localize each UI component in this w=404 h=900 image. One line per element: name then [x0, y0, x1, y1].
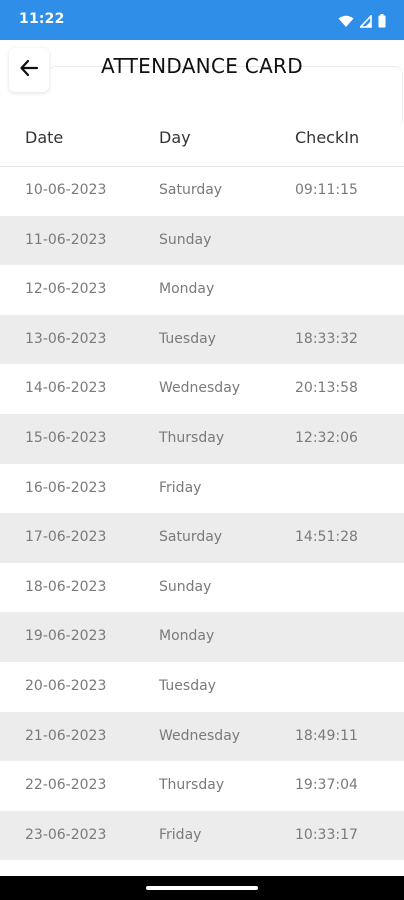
battery-icon [378, 13, 386, 32]
table-row: 20-06-2023 Tuesday [0, 662, 404, 712]
table-row: 12-06-2023 Monday [0, 265, 404, 315]
row-checkin: 12:32:06 [295, 429, 358, 446]
row-date: 23-06-2023 [25, 826, 107, 843]
table-row: 19-06-2023 Monday [0, 612, 404, 662]
row-checkin: 18:49:11 [295, 727, 358, 744]
row-date: 12-06-2023 [25, 281, 107, 298]
row-day: Friday [159, 826, 202, 843]
attendance-list: 10-06-2023 Saturday 09:11:15 11-06-2023 … [0, 166, 404, 861]
status-icons [338, 13, 386, 32]
table-row: 22-06-2023 Thursday 19:37:04 [0, 761, 404, 811]
row-date: 18-06-2023 [25, 578, 107, 595]
signal-icon [358, 13, 372, 32]
row-date: 19-06-2023 [25, 628, 107, 645]
table-row: 23-06-2023 Friday 10:33:17 [0, 810, 404, 861]
table-header: Date Day CheckIn [0, 112, 404, 167]
row-date: 14-06-2023 [25, 380, 107, 397]
status-time: 11:22 [19, 11, 65, 27]
table-row: 18-06-2023 Sunday [0, 563, 404, 613]
row-day: Sunday [159, 578, 212, 595]
page-title: ATTENDANCE CARD [101, 54, 303, 78]
row-day: Saturday [159, 529, 223, 546]
row-date: 11-06-2023 [25, 231, 107, 248]
row-day: Tuesday [159, 677, 216, 694]
table-row: 21-06-2023 Wednesday 18:49:11 [0, 711, 404, 762]
table-row: 10-06-2023 Saturday 09:11:15 [0, 166, 404, 216]
row-checkin: 19:37:04 [295, 777, 358, 794]
column-header-date: Date [25, 128, 64, 147]
row-day: Sunday [159, 231, 212, 248]
row-checkin: 09:11:15 [295, 182, 358, 198]
row-checkin: 14:51:28 [295, 529, 358, 546]
table-row: 14-06-2023 Wednesday 20:13:58 [0, 364, 404, 414]
row-date: 15-06-2023 [25, 429, 107, 446]
table-row: 13-06-2023 Tuesday 18:33:32 [0, 314, 404, 365]
table-row: 17-06-2023 Saturday 14:51:28 [0, 513, 404, 563]
status-bar: 11:22 [0, 0, 404, 40]
app-header: ATTENDANCE CARD [0, 40, 404, 127]
row-day: Wednesday [159, 727, 241, 744]
row-date: 13-06-2023 [25, 330, 107, 347]
table-row: 16-06-2023 Friday [0, 464, 404, 514]
table-row: 15-06-2023 Thursday 12:32:06 [0, 413, 404, 464]
row-day: Thursday [159, 777, 225, 794]
row-date: 20-06-2023 [25, 677, 107, 694]
home-indicator[interactable] [146, 886, 258, 890]
row-day: Friday [159, 479, 202, 496]
row-day: Wednesday [159, 380, 241, 397]
row-day: Monday [159, 281, 215, 298]
row-checkin: 18:33:32 [295, 330, 358, 347]
row-day: Saturday [159, 182, 223, 198]
wifi-icon [338, 13, 354, 32]
row-day: Monday [159, 628, 215, 645]
navigation-bar [0, 876, 404, 900]
row-date: 21-06-2023 [25, 727, 107, 744]
column-header-day: Day [159, 128, 191, 147]
row-checkin: 20:13:58 [295, 380, 358, 397]
column-header-checkin: CheckIn [295, 128, 360, 147]
row-checkin: 10:33:17 [295, 826, 358, 843]
row-date: 10-06-2023 [25, 182, 107, 198]
row-date: 16-06-2023 [25, 479, 107, 496]
row-day: Tuesday [159, 330, 216, 347]
row-date: 17-06-2023 [25, 529, 107, 546]
row-date: 22-06-2023 [25, 777, 107, 794]
row-day: Thursday [159, 429, 225, 446]
table-row: 11-06-2023 Sunday [0, 215, 404, 266]
